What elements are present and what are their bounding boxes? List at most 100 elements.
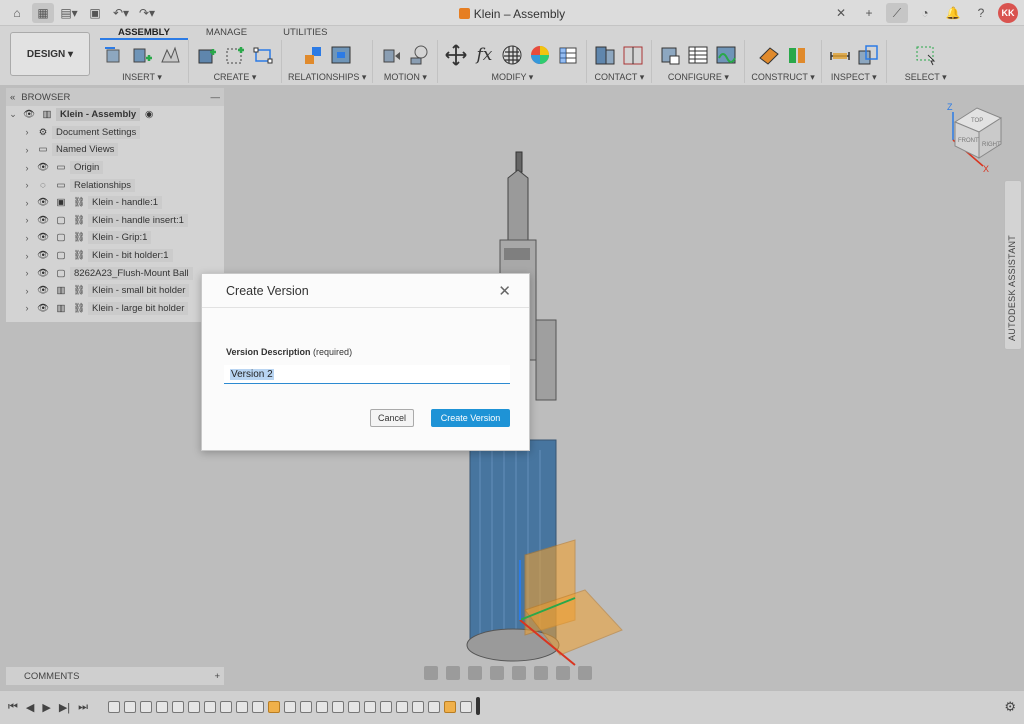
timeline-feature[interactable] <box>220 701 232 713</box>
group-create[interactable]: CREATE ▾ <box>189 40 282 83</box>
browser-item-named-views[interactable]: › ▭ Named Views <box>6 141 224 159</box>
browser-item-relationships[interactable]: › ◌ ▭ Relationships <box>6 176 224 194</box>
create-rectangle-icon[interactable] <box>251 43 275 67</box>
group-motion[interactable]: MOTION ▾ <box>373 40 439 83</box>
eye-icon[interactable]: 👁 <box>34 197 52 208</box>
cancel-button[interactable]: Cancel <box>370 409 414 427</box>
eye-icon[interactable]: 👁 <box>34 162 52 173</box>
step-back-icon[interactable]: ◀ <box>26 701 34 714</box>
expand-arrow-icon[interactable]: ⌄ <box>6 109 20 120</box>
timeline-feature[interactable] <box>300 701 312 713</box>
group-relationships[interactable]: RELATIONSHIPS ▾ <box>282 40 374 83</box>
joint-icon[interactable] <box>301 43 325 67</box>
timeline-feature[interactable] <box>316 701 328 713</box>
expand-arrow-icon[interactable]: › <box>20 303 34 313</box>
workspace-switcher-button[interactable]: DESIGN ▾ <box>10 32 90 76</box>
close-tab-icon[interactable]: ✕ <box>830 3 852 23</box>
timeline-feature[interactable] <box>284 701 296 713</box>
eye-icon[interactable]: 👁 <box>34 268 52 279</box>
timeline-feature[interactable] <box>364 701 376 713</box>
timeline-feature[interactable] <box>428 701 440 713</box>
collapse-panel-icon[interactable]: « <box>10 92 15 103</box>
group-construct[interactable]: CONSTRUCT ▾ <box>745 40 822 83</box>
midplane-icon[interactable] <box>785 43 809 67</box>
browser-item-root[interactable]: ⌄ 👁 ▥ Klein - Assembly ◉ <box>6 106 224 124</box>
display-settings-icon[interactable] <box>534 666 548 680</box>
timeline-feature[interactable] <box>124 701 136 713</box>
timeline-feature[interactable] <box>348 701 360 713</box>
job-status-icon[interactable]: ◔ <box>914 3 936 23</box>
eye-hidden-icon[interactable]: ◌ <box>34 180 52 191</box>
add-comment-icon[interactable]: + <box>214 671 220 682</box>
comments-panel[interactable]: COMMENTS + <box>6 667 224 685</box>
extensions-icon[interactable]: ⟋ <box>886 3 908 23</box>
viewcube-front[interactable]: FRONT <box>958 138 979 144</box>
browser-item-handle[interactable]: › 👁 ▣ ⛓ Klein - handle:1 <box>6 194 224 212</box>
browser-item-origin[interactable]: › 👁 ▭ Origin <box>6 159 224 177</box>
color-wheel-icon[interactable] <box>528 43 552 67</box>
view-cube[interactable]: Z X TOP FRONT RIGHT <box>945 100 1015 174</box>
expand-arrow-icon[interactable]: › <box>20 163 34 173</box>
timeline-feature-pinned[interactable] <box>444 701 456 713</box>
minimize-panel-icon[interactable]: — <box>211 92 221 103</box>
timeline-marker[interactable] <box>476 697 480 715</box>
activate-radio-icon[interactable]: ◉ <box>140 109 158 120</box>
group-modify[interactable]: fx MODIFY ▾ <box>438 40 588 83</box>
table-icon[interactable] <box>556 43 580 67</box>
play-icon[interactable]: ▶ <box>42 701 50 714</box>
as-built-joint-icon[interactable] <box>329 43 353 67</box>
insert-component-icon[interactable] <box>102 43 126 67</box>
browser-item-grip[interactable]: › 👁 ▢ ⛓ Klein - Grip:1 <box>6 229 224 247</box>
create-form-icon[interactable] <box>223 43 247 67</box>
timeline-feature[interactable] <box>140 701 152 713</box>
offset-plane-icon[interactable] <box>757 43 781 67</box>
motion-link-icon[interactable] <box>407 43 431 67</box>
browser-item-bit-holder[interactable]: › 👁 ▢ ⛓ Klein - bit holder:1 <box>6 247 224 265</box>
create-sketch-icon[interactable] <box>195 43 219 67</box>
tab-assembly[interactable]: ASSEMBLY <box>100 26 188 40</box>
expand-arrow-icon[interactable]: › <box>20 286 34 296</box>
fit-icon[interactable] <box>512 666 526 680</box>
timeline-feature[interactable] <box>380 701 392 713</box>
contact-sets-icon[interactable] <box>593 43 617 67</box>
browser-item-small-bit-holder[interactable]: › 👁 ▥ ⛓ Klein - small bit holder <box>6 282 224 300</box>
user-avatar[interactable]: KK <box>998 3 1018 23</box>
eye-icon[interactable]: 👁 <box>34 232 52 243</box>
timeline-feature[interactable] <box>460 701 472 713</box>
timeline-feature-selected[interactable] <box>268 701 280 713</box>
tab-manage[interactable]: MANAGE <box>188 26 265 40</box>
browser-item-document-settings[interactable]: › ⚙ Document Settings <box>6 124 224 142</box>
timeline-feature[interactable] <box>252 701 264 713</box>
go-to-end-icon[interactable]: ⏭ <box>78 701 88 714</box>
timeline-feature[interactable] <box>412 701 424 713</box>
new-component-icon[interactable] <box>130 43 154 67</box>
viewcube-right[interactable]: RIGHT <box>982 142 1001 148</box>
eye-icon[interactable]: 👁 <box>34 285 52 296</box>
config-theme-icon[interactable] <box>714 43 738 67</box>
expand-arrow-icon[interactable]: › <box>20 145 34 155</box>
timeline-feature[interactable] <box>332 701 344 713</box>
drive-joints-icon[interactable] <box>379 43 403 67</box>
timeline-feature[interactable] <box>236 701 248 713</box>
move-icon[interactable] <box>444 43 468 67</box>
viewports-icon[interactable] <box>578 666 592 680</box>
expand-arrow-icon[interactable]: › <box>20 215 34 225</box>
eye-icon[interactable]: 👁 <box>20 109 38 120</box>
look-at-icon[interactable] <box>446 666 460 680</box>
timeline-feature[interactable] <box>108 701 120 713</box>
interference-icon[interactable] <box>856 43 880 67</box>
insert-derive-icon[interactable] <box>158 43 182 67</box>
grid-settings-icon[interactable] <box>556 666 570 680</box>
configure-icon[interactable] <box>658 43 682 67</box>
enable-contact-icon[interactable] <box>621 43 645 67</box>
parameters-icon[interactable]: fx <box>472 43 496 67</box>
go-to-start-icon[interactable]: ⏮ <box>8 701 18 714</box>
orbit-icon[interactable] <box>424 666 438 680</box>
timeline-feature[interactable] <box>172 701 184 713</box>
eye-icon[interactable]: 👁 <box>34 303 52 314</box>
expand-arrow-icon[interactable]: › <box>20 233 34 243</box>
timeline-feature[interactable] <box>396 701 408 713</box>
expand-arrow-icon[interactable]: › <box>20 127 34 137</box>
group-inspect[interactable]: INSPECT ▾ <box>822 40 887 83</box>
group-insert[interactable]: INSERT ▾ <box>96 40 189 83</box>
